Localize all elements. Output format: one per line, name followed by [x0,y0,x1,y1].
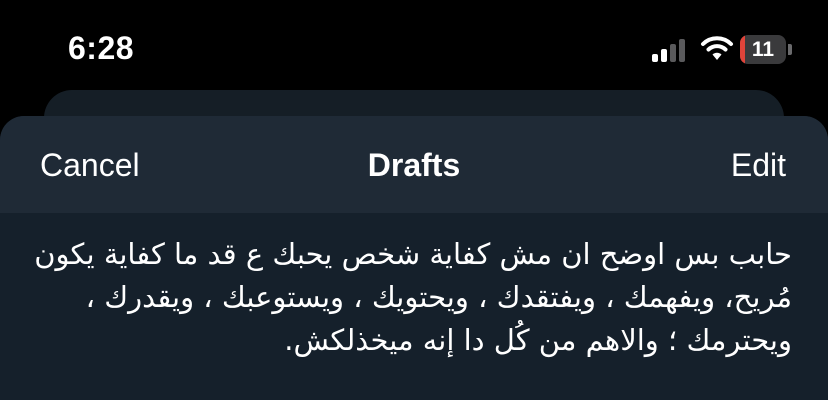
cancel-button[interactable]: Cancel [40,147,140,184]
status-bar: 6:28 11 [0,0,828,100]
wifi-icon [700,34,734,62]
battery-percentage: 11 [751,38,775,61]
draft-list-item[interactable]: حابب بس اوضح ان مش كفاية شخص يحبك ع قد م… [0,213,828,400]
battery-body: 11 [740,35,786,64]
edit-button[interactable]: Edit [731,147,786,184]
screen: 6:28 11 Cancel Drafts Edit حابب بس اوضح … [0,0,828,400]
drafts-sheet: Cancel Drafts Edit حابب بس اوضح ان مش كف… [0,116,828,400]
draft-text: حابب بس اوضح ان مش كفاية شخص يحبك ع قد م… [34,237,792,357]
battery-terminal [788,44,792,55]
status-time: 6:28 [68,30,135,66]
cellular-signal-icon [652,38,692,62]
drafts-nav-bar: Cancel Drafts Edit [0,116,828,213]
battery-icon: 11 [740,35,792,64]
